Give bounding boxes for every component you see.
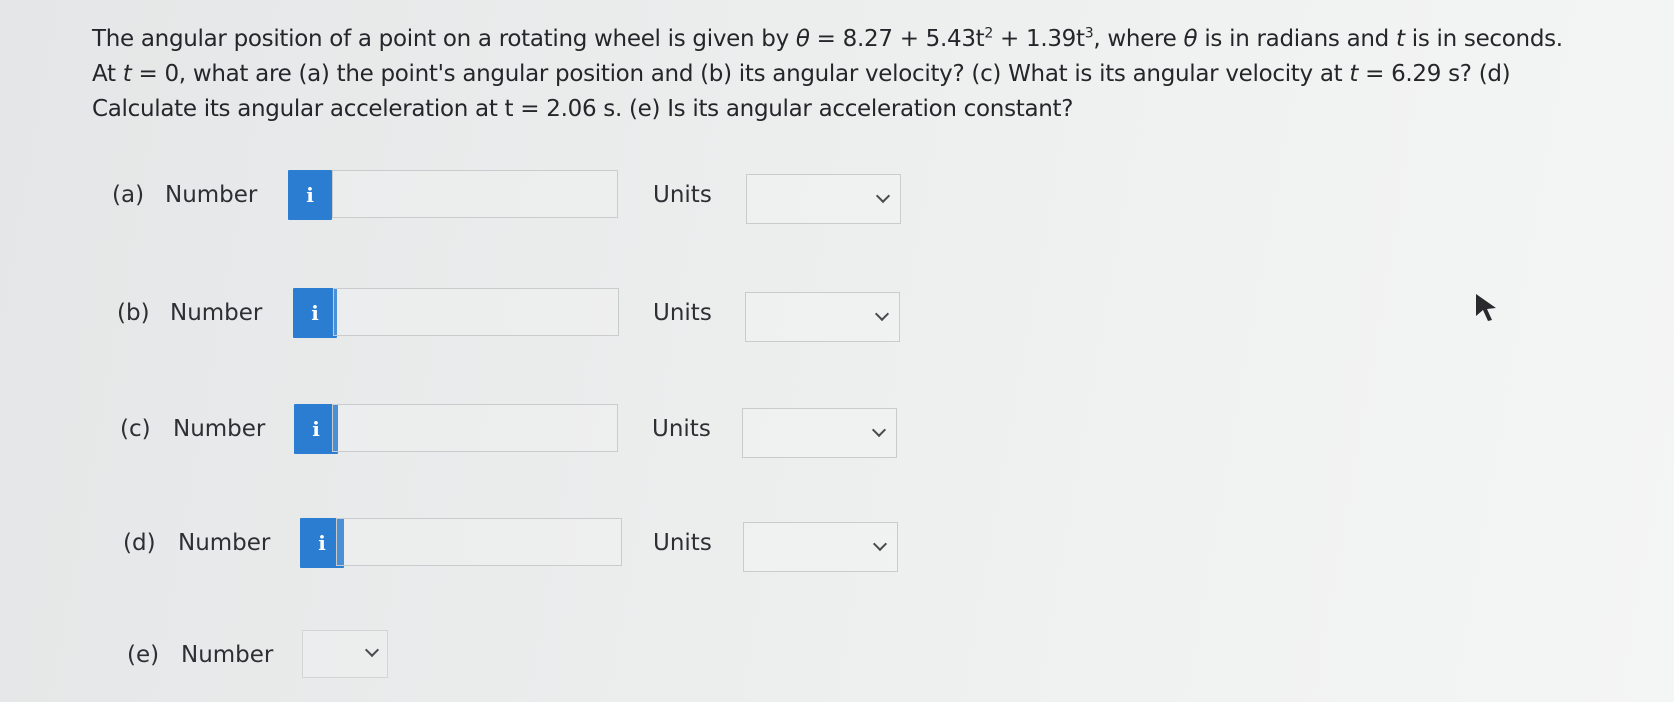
info-icon[interactable]: i bbox=[293, 288, 337, 338]
number-input-a[interactable] bbox=[332, 170, 618, 218]
number-label: Number bbox=[178, 530, 271, 556]
part-label: (a) bbox=[112, 182, 145, 208]
answer-dropdown-e[interactable] bbox=[302, 630, 388, 678]
part-label: (b) bbox=[117, 300, 150, 326]
number-input-c[interactable] bbox=[332, 404, 618, 452]
t-symbol: t bbox=[1396, 26, 1405, 52]
chevron-down-icon bbox=[871, 422, 887, 438]
number-label: Number bbox=[181, 642, 274, 668]
number-label: Number bbox=[170, 300, 263, 326]
answer-row-a: (a) Number i Units bbox=[0, 170, 1674, 230]
theta-symbol: θ bbox=[795, 26, 810, 52]
question-segment: is in radians and bbox=[1197, 26, 1396, 52]
number-label: Number bbox=[173, 416, 266, 442]
mouse-pointer-icon bbox=[1476, 294, 1496, 321]
units-dropdown-d[interactable] bbox=[743, 522, 898, 572]
units-label: Units bbox=[653, 530, 712, 556]
answer-row-e: (e) Number bbox=[0, 630, 1674, 690]
equation-part: + 1.39t bbox=[993, 26, 1085, 52]
units-dropdown-b[interactable] bbox=[745, 292, 900, 342]
part-label: (c) bbox=[120, 416, 151, 442]
part-label: (d) bbox=[123, 530, 156, 556]
chevron-down-icon bbox=[872, 536, 888, 552]
number-label: Number bbox=[165, 182, 258, 208]
chevron-down-icon bbox=[364, 642, 380, 658]
chevron-down-icon bbox=[875, 188, 891, 204]
equation-part: = 8.27 + 5.43t bbox=[809, 26, 985, 52]
theta-symbol: θ bbox=[1183, 26, 1198, 52]
units-dropdown-a[interactable] bbox=[746, 174, 901, 224]
answer-row-c: (c) Number i Units bbox=[0, 404, 1674, 464]
exponent-2: 2 bbox=[984, 25, 994, 42]
units-label: Units bbox=[653, 182, 712, 208]
question-segment: = 0, what are (a) the point's angular po… bbox=[131, 61, 1350, 87]
t-symbol: t bbox=[1349, 61, 1359, 87]
units-dropdown-c[interactable] bbox=[742, 408, 897, 458]
units-label: Units bbox=[653, 300, 712, 326]
question-segment: The angular position of a point on a rot… bbox=[92, 26, 796, 52]
info-icon[interactable]: i bbox=[288, 170, 332, 220]
number-input-d[interactable] bbox=[336, 518, 622, 566]
part-label: (e) bbox=[127, 642, 160, 668]
question-segment: , where bbox=[1093, 26, 1184, 52]
number-input-b[interactable] bbox=[333, 288, 619, 336]
question-text: The angular position of a point on a rot… bbox=[92, 22, 1592, 127]
chevron-down-icon bbox=[874, 306, 890, 322]
answer-row-d: (d) Number i Units bbox=[0, 518, 1674, 578]
answer-row-b: (b) Number i Units bbox=[0, 288, 1674, 348]
units-label: Units bbox=[652, 416, 711, 442]
